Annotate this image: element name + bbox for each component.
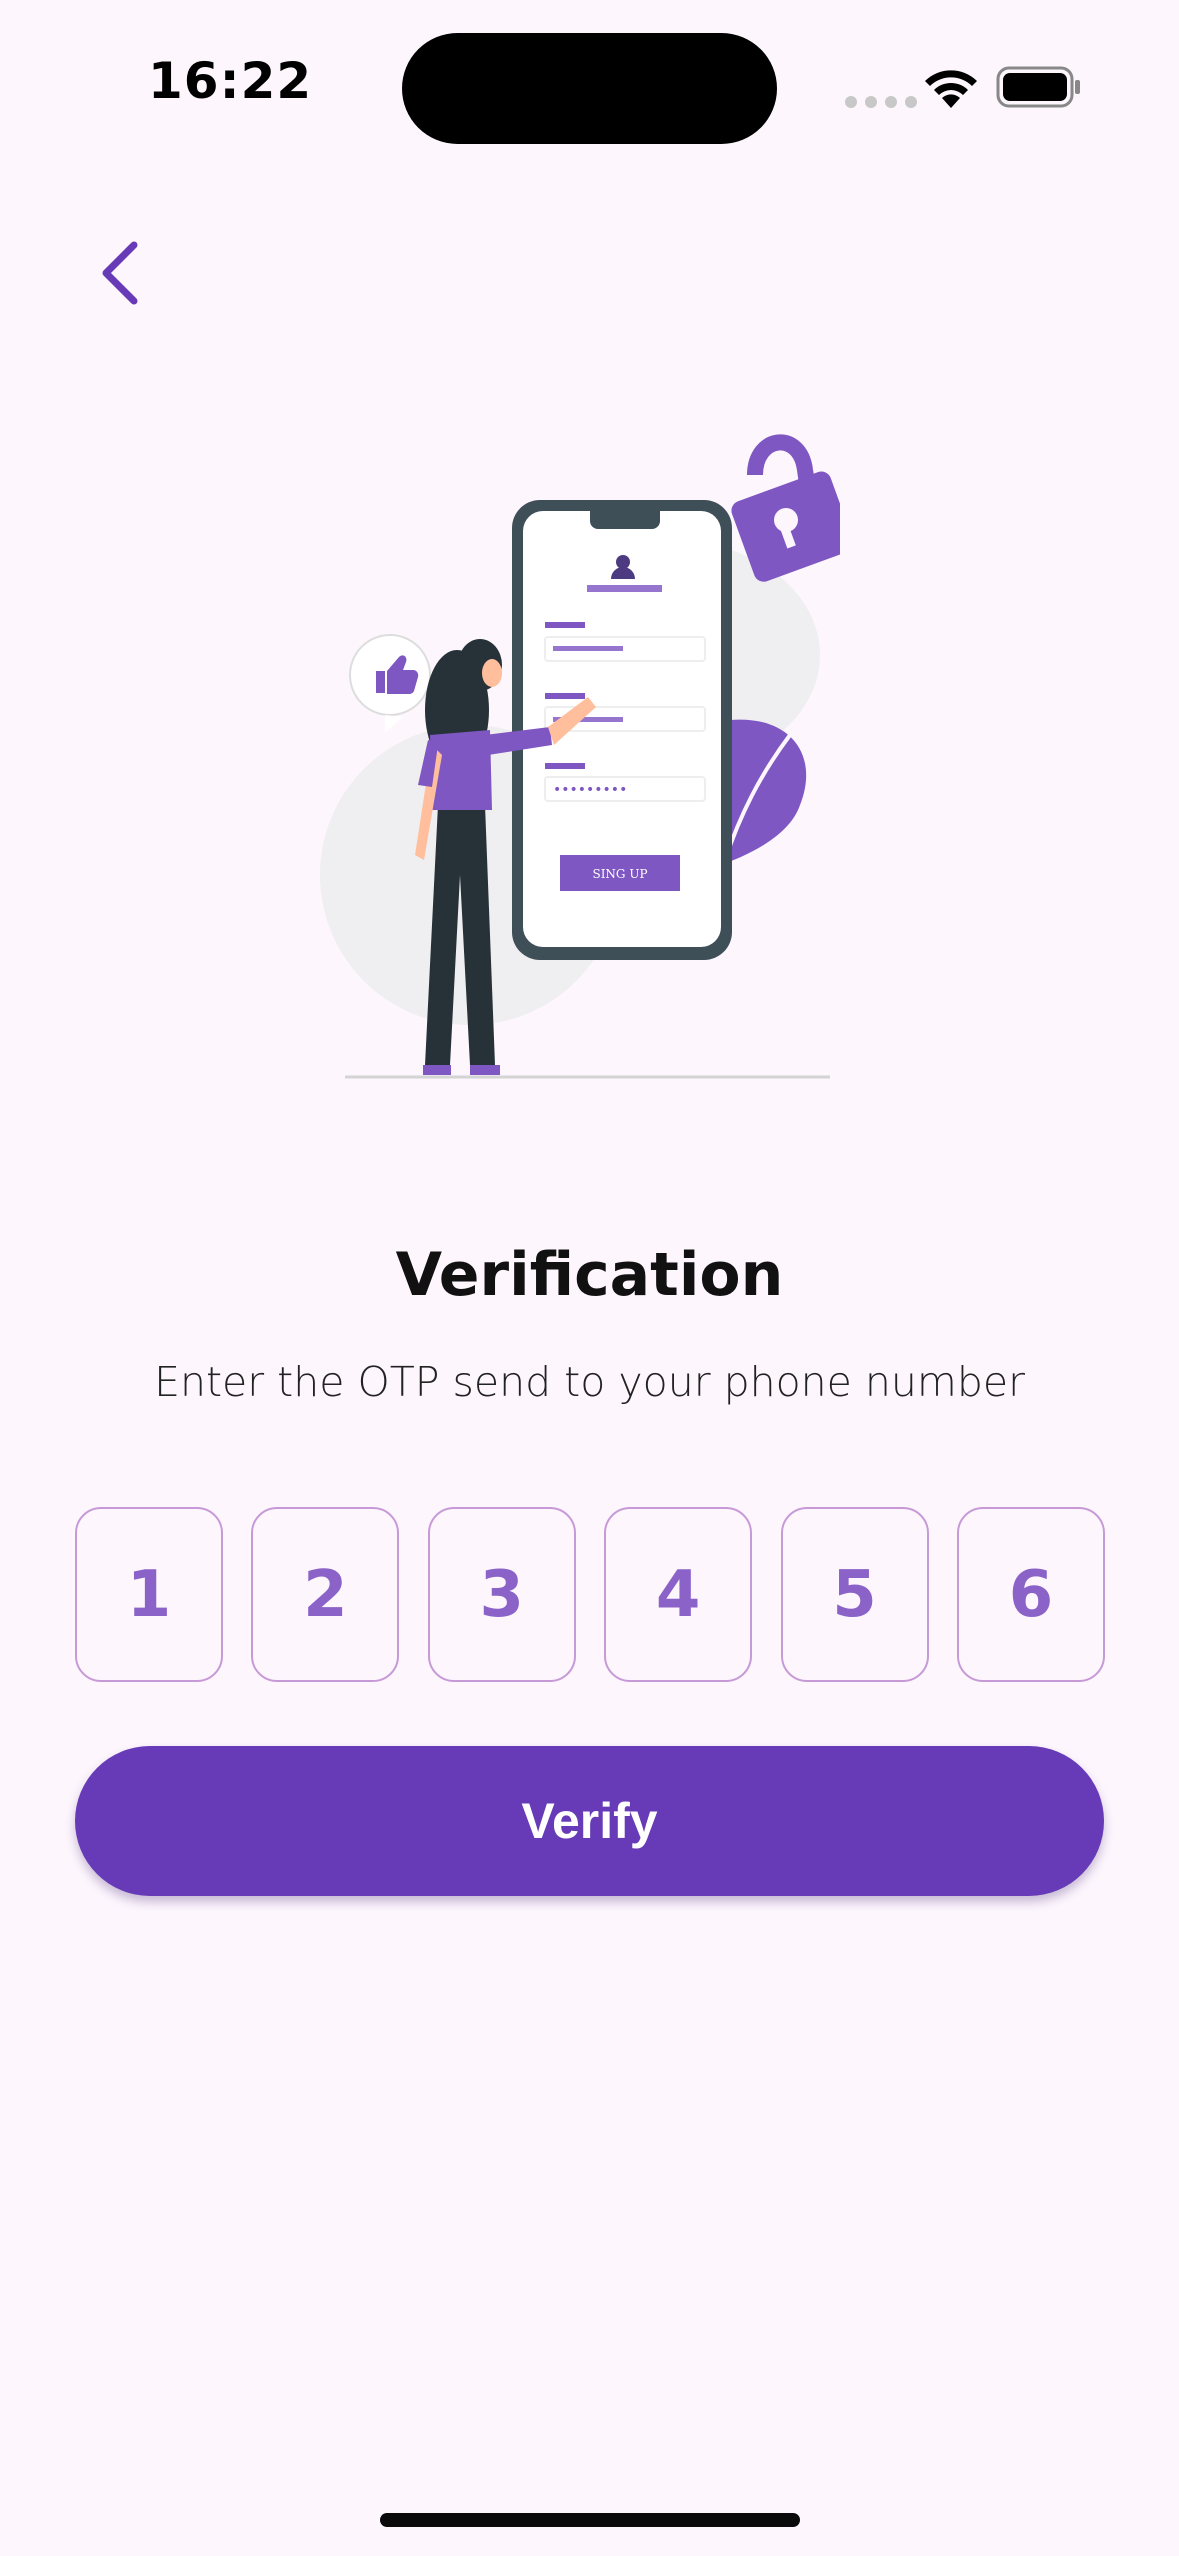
- battery-icon: [996, 66, 1080, 108]
- back-button[interactable]: [80, 230, 160, 315]
- cellular-signal-icon: [845, 96, 917, 108]
- otp-digit-5[interactable]: 5: [780, 1507, 929, 1682]
- thumbs-up-icon: [349, 634, 431, 733]
- otp-digit-6[interactable]: 6: [956, 1507, 1105, 1682]
- otp-digit-3[interactable]: 3: [427, 1507, 576, 1682]
- password-mask: •••••••••: [553, 782, 627, 798]
- otp-digit-2[interactable]: 2: [251, 1507, 400, 1682]
- page-subtitle: Enter the OTP send to your phone number: [154, 1358, 1025, 1406]
- chevron-left-icon: [102, 241, 138, 304]
- wifi-icon: [925, 70, 977, 108]
- signup-button-label: SING UP: [592, 867, 647, 881]
- otp-input-group: 1 2 3 4 5 6: [75, 1507, 1105, 1685]
- dynamic-island: [402, 33, 777, 144]
- status-bar: 16:22: [0, 0, 1179, 180]
- otp-digit-4[interactable]: 4: [604, 1507, 753, 1682]
- verification-illustration: ••••••••• SING UP: [320, 434, 840, 1079]
- verify-button[interactable]: Verify: [75, 1746, 1104, 1896]
- page-title: Verification: [395, 1240, 784, 1310]
- home-indicator[interactable]: [380, 2513, 800, 2527]
- status-time: 16:22: [148, 52, 313, 110]
- otp-digit-1[interactable]: 1: [75, 1507, 223, 1682]
